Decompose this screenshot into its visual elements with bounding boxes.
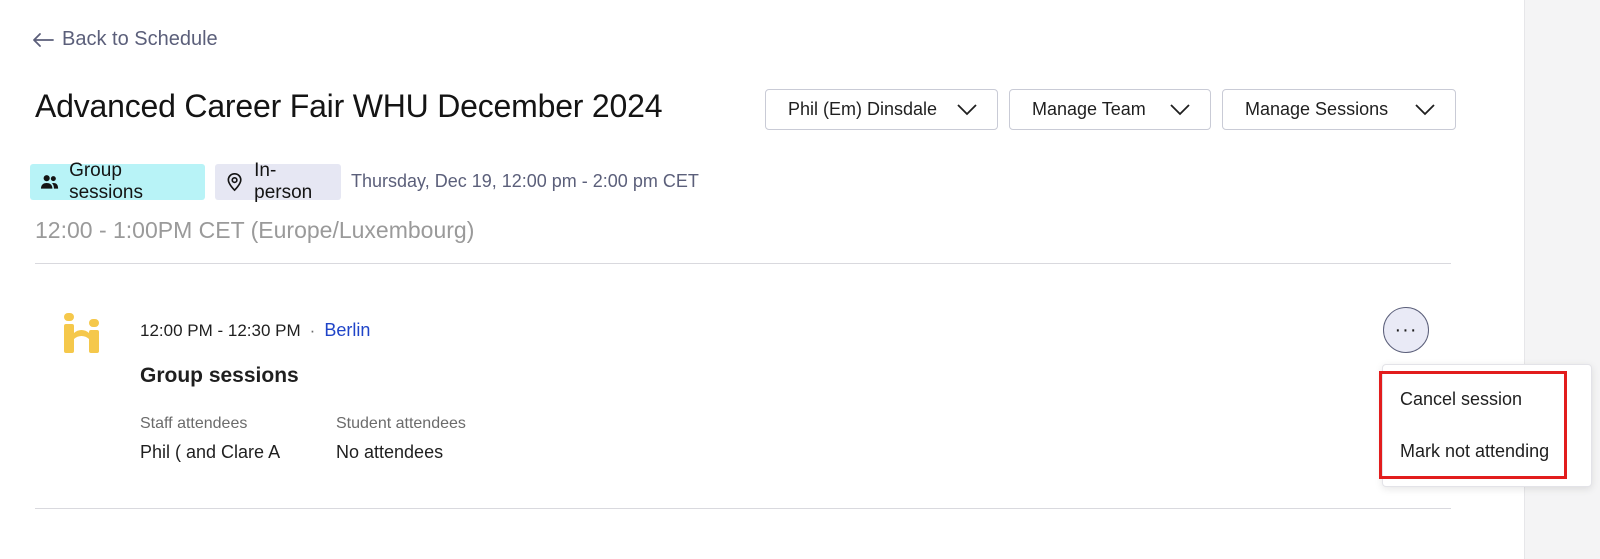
event-date: Thursday, Dec 19, 12:00 pm - 2:00 pm CET [351, 171, 699, 191]
menu-highlight-box [1379, 371, 1567, 479]
student-attendees-value: No attendees [336, 442, 444, 462]
session-time: 12:00 PM - 12:30 PM [140, 320, 301, 340]
handshake-logo-icon [64, 313, 99, 353]
staff-attendees-value: Phil ( and Clare A [140, 442, 281, 462]
chevron-down-icon [1170, 103, 1190, 115]
separator-dot: · [309, 320, 316, 340]
page-title: Advanced Career Fair WHU December 2024 [35, 88, 663, 124]
ellipsis-icon: ··· [1394, 318, 1418, 341]
user-dropdown[interactable]: Phil (Em) Dinsdale [765, 89, 998, 130]
staff-attendees-label: Staff attendees [140, 415, 248, 432]
tag-in-person: In-person [215, 160, 341, 203]
back-to-schedule-link[interactable]: Back to Schedule [32, 28, 218, 51]
session-title: Group sessions [140, 364, 299, 387]
people-icon [40, 175, 59, 189]
manage-sessions-label: Manage Sessions [1245, 99, 1389, 119]
divider [35, 508, 1451, 509]
location-pin-icon [227, 173, 242, 192]
session-location-link[interactable]: Berlin [324, 320, 370, 341]
chevron-down-icon [1415, 103, 1435, 115]
tag-group-sessions-label: Group sessions [69, 160, 143, 203]
tag-in-person-label: In-person [254, 160, 313, 203]
time-slot-heading: 12:00 - 1:00PM CET (Europe/Luxembourg) [35, 217, 475, 243]
chevron-down-icon [957, 103, 977, 115]
tag-group-sessions: Group sessions [30, 160, 205, 203]
session-time-row: 12:00 PM - 12:30 PM · Berlin [140, 320, 370, 341]
arrow-left-icon [33, 32, 54, 47]
manage-team-dropdown[interactable]: Manage Team [1009, 89, 1211, 130]
user-dropdown-label: Phil (Em) Dinsdale [788, 99, 938, 119]
manage-team-label: Manage Team [1032, 99, 1146, 119]
manage-sessions-dropdown[interactable]: Manage Sessions [1222, 89, 1456, 130]
menu-item-cancel-session[interactable]: Cancel session [1400, 389, 1522, 410]
divider [35, 263, 1451, 264]
menu-item-mark-not-attending[interactable]: Mark not attending [1400, 441, 1549, 462]
more-options-button[interactable]: ··· [1383, 307, 1429, 353]
back-link-label: Back to Schedule [62, 28, 218, 50]
student-attendees-label: Student attendees [336, 415, 466, 432]
